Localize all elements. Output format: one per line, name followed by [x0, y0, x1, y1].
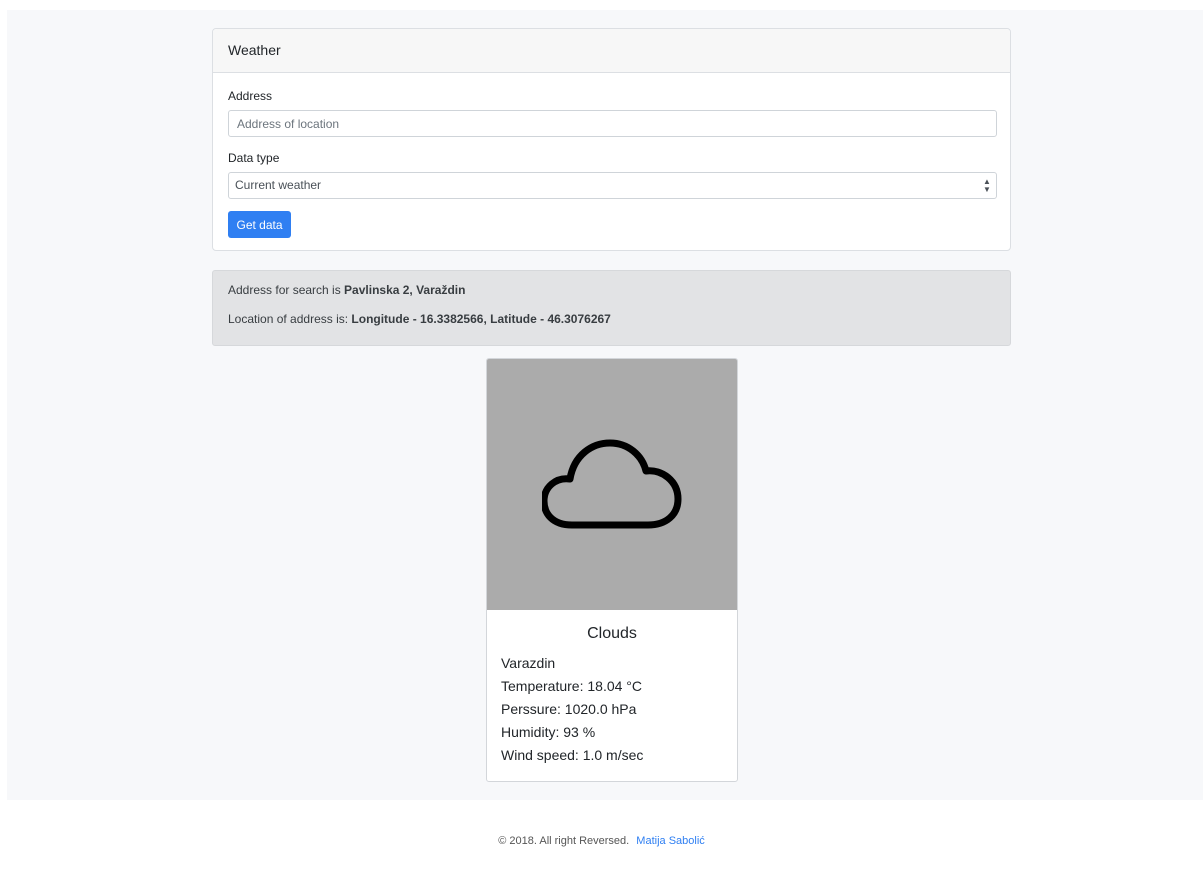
search-address-prefix: Address for search is [228, 283, 345, 297]
weather-pressure: Perssure: 1020.0 hPa [501, 701, 637, 717]
data-type-label: Data type [228, 151, 280, 165]
footer-copyright: © 2018. All right Reversed. [498, 835, 630, 847]
search-address-value: Pavlinska 2, Varaždin [344, 283, 466, 297]
weather-condition: Clouds [587, 625, 637, 642]
weather-humidity: Humidity: 93 % [501, 724, 596, 740]
search-address-line: Address for search is Pavlinska 2, Varaž… [228, 283, 465, 297]
weather-result-card: Clouds Varazdin Temperature: 18.04 °C Pe… [486, 358, 738, 782]
address-label: Address [228, 89, 273, 103]
data-type-select[interactable]: Current weather ▲ ▼ [228, 172, 997, 199]
data-type-selected-value: Current weather [235, 178, 322, 192]
footer: © 2018. All right Reversed. Matija Sabol… [0, 835, 1203, 847]
address-info-alert: Address for search is Pavlinska 2, Varaž… [212, 270, 1011, 346]
location-value: Longitude - 16.3382566, Latitude - 46.30… [351, 312, 611, 326]
address-input[interactable] [228, 110, 997, 137]
author-link[interactable]: Matija Sabolić [636, 835, 704, 847]
get-data-button[interactable]: Get data [228, 211, 291, 238]
weather-image [487, 359, 737, 610]
weather-form-card: Weather Address Data type Current weathe… [212, 28, 1011, 251]
cloud-icon [542, 439, 682, 528]
card-header-title: Weather [213, 29, 1010, 73]
weather-temperature: Temperature: 18.04 °C [501, 678, 643, 694]
location-prefix: Location of address is: [228, 312, 352, 326]
select-updown-icon: ▲ ▼ [983, 176, 991, 194]
location-line: Location of address is: Longitude - 16.3… [228, 312, 611, 326]
weather-city: Varazdin [501, 655, 556, 671]
weather-wind-speed: Wind speed: 1.0 m/sec [501, 747, 644, 763]
